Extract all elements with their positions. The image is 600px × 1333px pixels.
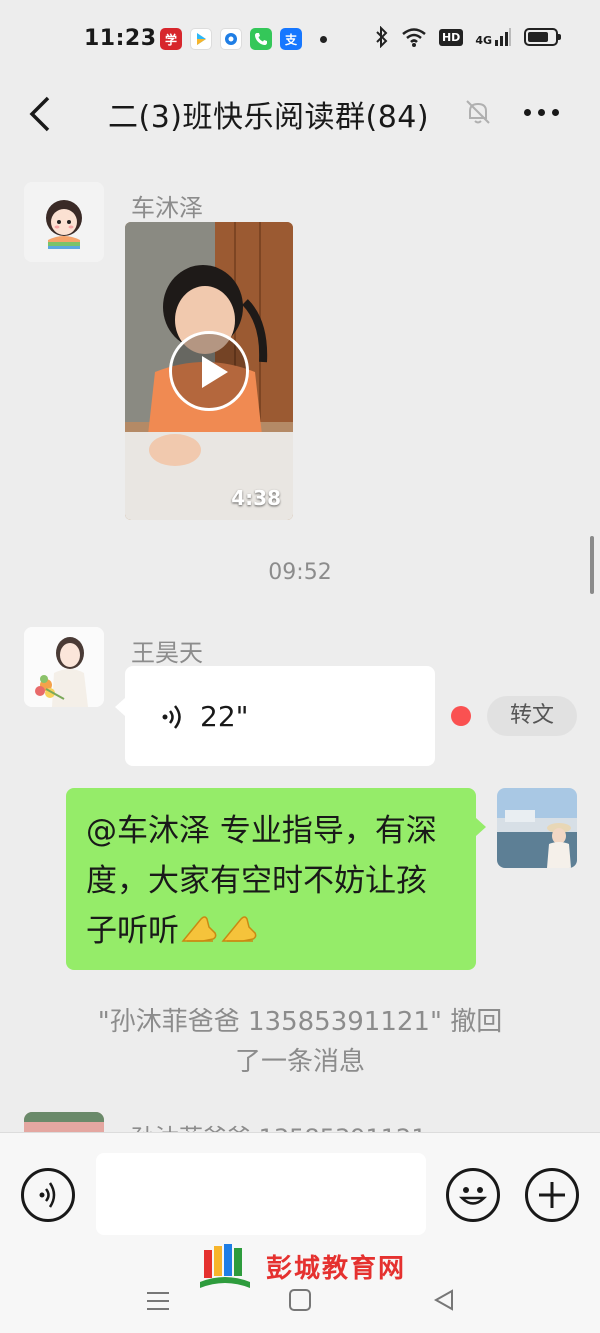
transcribe-button[interactable]: 转文 xyxy=(487,696,577,736)
scrollbar[interactable] xyxy=(590,536,594,594)
sender-name: 车沐泽 xyxy=(131,194,203,222)
more-functions-button[interactable] xyxy=(525,1168,579,1222)
pray-hands-emoji-icon xyxy=(221,916,257,942)
pray-hands-emoji-icon xyxy=(181,916,217,942)
signal-icon: 4G xyxy=(475,27,512,47)
back-arrow-icon[interactable] xyxy=(26,94,56,134)
avatar[interactable] xyxy=(24,627,104,707)
bluetooth-icon xyxy=(376,26,388,48)
system-icons: HD 4G xyxy=(375,26,561,48)
alipay-app-icon: 支 xyxy=(280,28,302,50)
chat-messages[interactable]: 车沐泽 4:38 09:52 王昊天 22" 转文 @车沐泽 专业指导，有深度，… xyxy=(0,160,600,1132)
chat-title: 二(3)班快乐阅读群(84) xyxy=(108,100,430,135)
sender-name: 孙沐菲爸爸 13585391121 xyxy=(131,1118,427,1132)
home-icon[interactable] xyxy=(288,1288,312,1312)
sender-name: 王昊天 xyxy=(131,639,203,667)
play-icon[interactable] xyxy=(169,331,249,411)
unread-indicator xyxy=(451,706,471,726)
video-duration: 4:38 xyxy=(231,486,281,510)
more-notifications-dot xyxy=(320,35,327,43)
wifi-icon xyxy=(402,28,426,47)
recall-notice-line: "孙沐菲爸爸 13585391121" 撤回 xyxy=(97,1007,503,1037)
message-timestamp: 09:52 xyxy=(268,560,332,585)
dot-icon xyxy=(538,108,545,116)
voice-message[interactable]: 22" xyxy=(115,666,435,766)
back-triangle-icon[interactable] xyxy=(432,1288,456,1312)
mute-bell-icon xyxy=(466,100,490,124)
video-app-icon xyxy=(190,28,212,50)
hd-icon: HD xyxy=(438,28,464,46)
watermark-text: 彭城教育网 xyxy=(266,1253,407,1284)
avatar[interactable] xyxy=(24,1112,104,1132)
phone-app-icon xyxy=(250,28,272,50)
battery-icon xyxy=(524,28,561,46)
message-input[interactable] xyxy=(96,1153,426,1235)
recall-notice-line: 了一条消息 xyxy=(234,1047,365,1077)
my-avatar[interactable] xyxy=(497,788,577,868)
menu-icon[interactable] xyxy=(145,1290,171,1312)
more-options-button[interactable] xyxy=(524,98,564,126)
dot-icon xyxy=(524,108,531,116)
network-type: 4G xyxy=(475,34,492,47)
battery-level xyxy=(528,32,548,42)
watermark-logo-icon xyxy=(200,1244,250,1288)
voice-wave-icon xyxy=(39,1182,56,1208)
message-text: @车沐泽 专业指导，有深度，大家有空时不妨让孩子听听 xyxy=(86,813,437,949)
voice-input-button[interactable] xyxy=(21,1168,75,1222)
browser-app-icon xyxy=(220,28,242,50)
video-message[interactable]: 4:38 xyxy=(125,222,293,520)
watermark: 彭城教育网 xyxy=(196,1242,406,1290)
status-bar: 11:23 学 支 HD 4G xyxy=(0,0,600,80)
dot-icon xyxy=(552,108,559,116)
text-message[interactable]: @车沐泽 专业指导，有深度，大家有空时不妨让孩子听听 xyxy=(66,788,486,970)
recall-notice: "孙沐菲爸爸 13585391121" 撤回 了一条消息 xyxy=(40,1002,560,1082)
voice-duration: 22" xyxy=(200,700,249,733)
emoji-button[interactable] xyxy=(446,1168,500,1222)
study-app-icon: 学 xyxy=(160,28,182,50)
smiley-icon xyxy=(458,1187,488,1205)
plus-icon xyxy=(539,1182,565,1208)
status-time: 11:23 xyxy=(84,26,157,51)
notification-icons: 学 支 xyxy=(160,28,327,50)
voice-wave-icon xyxy=(162,705,181,729)
avatar[interactable] xyxy=(24,182,104,262)
